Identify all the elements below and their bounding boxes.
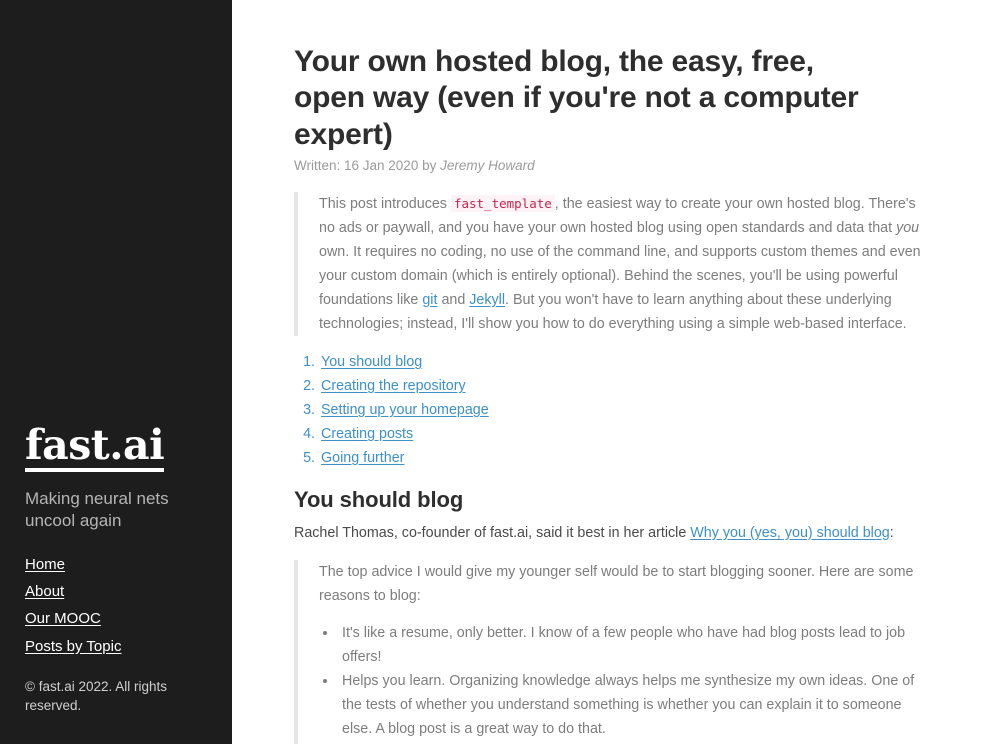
toc-link-going-further[interactable]: Going further: [321, 450, 404, 466]
sidebar-item-posts-by-topic: Posts by Topic: [25, 637, 214, 657]
page-root: fast.ai Making neural nets uncool again …: [0, 0, 992, 744]
list-item: Setting up your homepage: [319, 398, 930, 422]
reasons-list: It's like a resume, only better. I know …: [338, 621, 930, 744]
table-of-contents: You should blog Creating the repository …: [319, 350, 930, 470]
list-item: Creating posts: [319, 422, 930, 446]
sidebar: fast.ai Making neural nets uncool again …: [0, 0, 232, 744]
post-byline: Written: 16 Jan 2020 by Jeremy Howard: [294, 157, 930, 176]
intro-quote-text: This post introduces fast_template, the …: [319, 192, 930, 336]
section-lead-paragraph: Rachel Thomas, co-founder of fast.ai, sa…: [294, 522, 930, 545]
toc-link-creating-the-repository[interactable]: Creating the repository: [321, 378, 466, 394]
sidebar-item-about: About: [25, 582, 214, 602]
reasons-blockquote: The top advice I would give my younger s…: [294, 559, 930, 744]
toc-link-you-should-blog[interactable]: You should blog: [321, 354, 422, 370]
list-item: You should blog: [319, 350, 930, 374]
nav-link-about[interactable]: About: [25, 582, 64, 602]
nav-link-posts-by-topic[interactable]: Posts by Topic: [25, 637, 121, 657]
sidebar-item-home: Home: [25, 555, 214, 575]
list-item: Creating the repository: [319, 374, 930, 398]
lead-text-part1: Rachel Thomas, co-founder of fast.ai, sa…: [294, 524, 687, 541]
article-content: Your own hosted blog, the easy, free, op…: [232, 0, 992, 744]
sidebar-content: fast.ai Making neural nets uncool again …: [25, 425, 214, 716]
list-item: Helps you learn. Organizing knowledge al…: [338, 669, 930, 741]
intro-text-part4: and: [441, 291, 466, 308]
site-logo[interactable]: fast.ai: [25, 425, 165, 472]
toc-link-creating-posts[interactable]: Creating posts: [321, 426, 413, 442]
list-item: It's like a resume, only better. I know …: [338, 621, 930, 669]
sidebar-item-our-mooc: Our MOOC: [25, 609, 214, 629]
intro-emphasis-you: you: [896, 219, 920, 236]
reasons-quote-intro: The top advice I would give my younger s…: [319, 563, 914, 604]
byline-prefix: Written: 16 Jan 2020 by: [294, 157, 437, 173]
link-git[interactable]: git: [422, 292, 437, 308]
nav-link-home[interactable]: Home: [25, 555, 65, 575]
lead-text-part2: :: [889, 524, 894, 541]
link-why-you-should-blog[interactable]: Why you (yes, you) should blog: [690, 525, 889, 541]
intro-text-part1: This post introduces: [319, 195, 447, 212]
page-title: Your own hosted blog, the easy, free, op…: [294, 45, 859, 151]
intro-blockquote: This post introduces fast_template, the …: [294, 191, 930, 336]
byline-author: Jeremy Howard: [440, 157, 535, 173]
copyright-notice: © fast.ai 2022. All rights reserved.: [25, 678, 168, 714]
site-tagline: Making neural nets uncool again: [25, 489, 169, 531]
nav-link-our-mooc[interactable]: Our MOOC: [25, 609, 101, 629]
code-fast-template: fast_template: [450, 194, 555, 212]
toc-link-setting-up-your-homepage[interactable]: Setting up your homepage: [321, 402, 489, 418]
link-jekyll[interactable]: Jekyll: [469, 292, 505, 308]
section-heading-you-should-blog: You should blog: [294, 486, 464, 512]
list-item: Going further: [319, 446, 930, 470]
sidebar-nav: Home About Our MOOC Posts by Topic: [25, 555, 214, 657]
